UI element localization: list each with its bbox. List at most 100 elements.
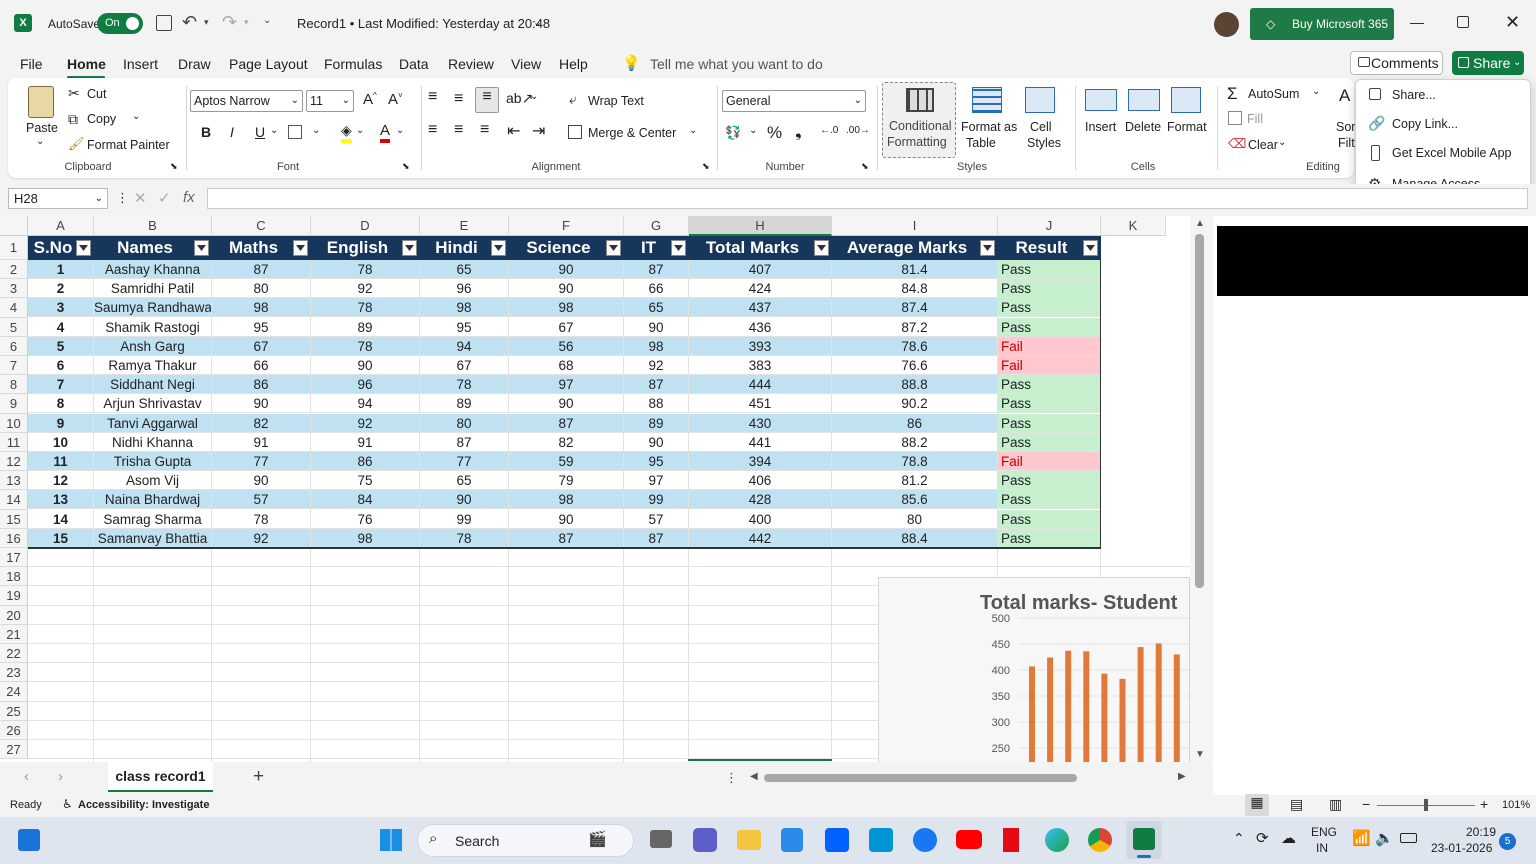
table-cell[interactable]: 2 <box>28 279 94 299</box>
formula-input[interactable] <box>207 188 1528 209</box>
chart-bar[interactable] <box>1083 651 1090 762</box>
table-cell[interactable]: 437 <box>689 298 832 318</box>
result-cell[interactable]: Fail <box>998 336 1101 356</box>
table-cell[interactable]: 75 <box>311 471 420 491</box>
netflix-icon[interactable] <box>1003 828 1019 852</box>
table-cell[interactable]: 87 <box>509 528 624 548</box>
filter-dropdown-icon[interactable] <box>1083 240 1098 256</box>
myhp-icon[interactable] <box>869 828 893 852</box>
format-as-table-label-2[interactable]: Table <box>966 136 996 150</box>
table-cell[interactable]: 92 <box>212 528 311 548</box>
vertical-scroll-thumb[interactable] <box>1195 234 1204 588</box>
column-header[interactable]: D <box>311 216 420 236</box>
table-cell[interactable]: Nidhi Khanna <box>94 432 212 452</box>
comma-style-icon[interactable]: ❟ <box>795 122 802 142</box>
table-cell[interactable]: 90 <box>509 260 624 279</box>
tab-home[interactable]: Home <box>67 56 106 72</box>
file-explorer-icon[interactable] <box>737 830 761 850</box>
wrap-text-button[interactable]: Wrap Text <box>588 94 644 108</box>
column-header[interactable]: G <box>624 216 689 236</box>
table-cell[interactable]: 85.6 <box>832 490 998 510</box>
battery-icon[interactable] <box>1400 833 1417 843</box>
undo-icon[interactable]: ↶ <box>182 12 197 33</box>
table-cell[interactable]: 89 <box>311 317 420 337</box>
table-cell[interactable]: 80 <box>832 509 998 529</box>
format-painter-button[interactable]: Format Painter <box>87 138 170 152</box>
column-header[interactable]: A <box>28 216 94 236</box>
increase-indent-icon[interactable]: ⇥ <box>532 121 545 141</box>
row-header[interactable]: 3 <box>0 279 28 299</box>
row-header[interactable]: 1 <box>0 236 28 260</box>
filter-dropdown-icon[interactable] <box>606 240 621 256</box>
align-bottom-icon[interactable]: ≡ <box>475 87 499 113</box>
column-header[interactable]: H <box>689 216 832 236</box>
row-header[interactable]: 24 <box>0 682 28 702</box>
name-box[interactable]: H28 ⌄ <box>8 188 108 209</box>
table-header-cell[interactable]: S.No <box>28 236 94 260</box>
column-header[interactable]: E <box>420 216 509 236</box>
next-sheet-icon[interactable]: › <box>58 768 63 785</box>
table-cell[interactable]: 90.2 <box>832 394 998 414</box>
table-cell[interactable]: 5 <box>28 336 94 356</box>
get-mobile-app-menu-item[interactable]: Get Excel Mobile App <box>1356 138 1532 167</box>
decrease-indent-icon[interactable]: ⇤ <box>507 121 520 141</box>
table-cell[interactable]: 99 <box>624 490 689 510</box>
clear-chevron-icon[interactable]: ⌄ <box>1278 137 1286 148</box>
font-name-select[interactable]: Aptos Narrow ⌄ <box>190 90 303 112</box>
prev-sheet-icon[interactable]: ‹ <box>24 768 29 785</box>
comments-button[interactable]: Comments <box>1350 51 1443 75</box>
underline-button[interactable]: U <box>255 124 265 140</box>
table-header-cell[interactable]: Science <box>509 236 624 260</box>
table-cell[interactable]: 65 <box>420 471 509 491</box>
delete-cells-button[interactable]: Delete <box>1125 120 1161 134</box>
row-header[interactable]: 6 <box>0 336 28 356</box>
chart-bar[interactable] <box>1119 678 1126 762</box>
table-cell[interactable]: 78 <box>311 260 420 279</box>
table-cell[interactable]: 99 <box>420 509 509 529</box>
table-cell[interactable]: 78 <box>212 509 311 529</box>
sort-filter-button[interactable]: Sor <box>1336 120 1355 134</box>
table-cell[interactable]: 7 <box>28 375 94 395</box>
row-header[interactable]: 2 <box>0 260 28 280</box>
autosum-chevron-icon[interactable]: ⌄ <box>1312 86 1320 97</box>
table-cell[interactable]: 406 <box>689 471 832 491</box>
table-cell[interactable]: 8 <box>28 394 94 414</box>
filter-dropdown-icon[interactable] <box>194 240 209 256</box>
row-header[interactable]: 13 <box>0 471 28 491</box>
insert-function-icon[interactable]: fx <box>183 189 195 206</box>
copy-button[interactable]: Copy <box>87 112 116 126</box>
table-header-cell[interactable]: Names <box>94 236 212 260</box>
table-cell[interactable]: 78.8 <box>832 452 998 471</box>
table-cell[interactable]: Shamik Rastogi <box>94 317 212 337</box>
row-header[interactable]: 17 <box>0 548 28 568</box>
accounting-format-icon[interactable]: 💱 <box>725 125 741 141</box>
tab-view[interactable]: View <box>511 56 541 72</box>
table-cell[interactable]: 67 <box>509 317 624 337</box>
table-cell[interactable]: 98 <box>509 298 624 318</box>
vertical-scrollbar[interactable]: ▲ ▼ <box>1190 216 1210 762</box>
result-cell[interactable]: Pass <box>998 375 1101 395</box>
table-cell[interactable]: Ramya Thakur <box>94 356 212 375</box>
result-cell[interactable]: Pass <box>998 260 1101 279</box>
table-cell[interactable]: Aashay Khanna <box>94 260 212 279</box>
table-cell[interactable]: 76.6 <box>832 356 998 375</box>
table-cell[interactable]: Trisha Gupta <box>94 452 212 471</box>
table-cell[interactable]: 87 <box>624 528 689 548</box>
page-layout-view-icon[interactable]: ▤ <box>1290 796 1303 813</box>
sheet-tab-class-record1[interactable]: class record1 <box>108 762 213 792</box>
table-cell[interactable]: 1 <box>28 260 94 279</box>
zoom-slider-thumb[interactable] <box>1424 799 1428 811</box>
chart-bar[interactable] <box>1101 673 1108 762</box>
tab-help[interactable]: Help <box>559 56 588 72</box>
table-cell[interactable]: Samridhi Patil <box>94 279 212 299</box>
cloud-icon[interactable]: ☁ <box>1281 829 1296 847</box>
result-cell[interactable]: Pass <box>998 413 1101 433</box>
table-cell[interactable]: 88.4 <box>832 528 998 548</box>
row-header[interactable]: 16 <box>0 528 28 548</box>
table-cell[interactable]: 78 <box>420 375 509 395</box>
table-cell[interactable]: 95 <box>624 452 689 471</box>
table-cell[interactable]: 88 <box>624 394 689 414</box>
chart-bar[interactable] <box>1155 643 1162 762</box>
column-header[interactable]: J <box>998 216 1101 236</box>
borders-chevron-icon[interactable]: ⌄ <box>312 125 320 136</box>
